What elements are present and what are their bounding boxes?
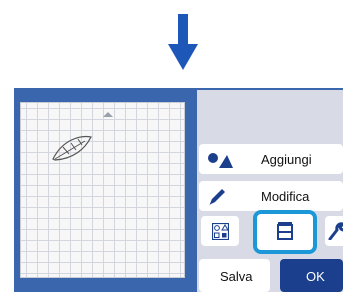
save-button-label: Salva <box>220 269 253 284</box>
instruction-stage: Aggiungi Modifica Salva OK <box>0 0 343 292</box>
mat-origin-marker <box>103 112 113 117</box>
add-button[interactable]: Aggiungi <box>199 144 343 174</box>
edit-button-label: Modifica <box>261 189 310 204</box>
edit-button[interactable]: Modifica <box>199 181 343 211</box>
save-button[interactable]: Salva <box>199 259 270 292</box>
ok-button-label: OK <box>306 269 325 284</box>
layout-icon <box>212 223 229 240</box>
layout-button[interactable] <box>201 216 239 246</box>
cutting-mat[interactable] <box>20 102 185 278</box>
ok-button[interactable]: OK <box>280 259 343 292</box>
leaf-icon[interactable] <box>51 133 93 163</box>
down-arrow-icon <box>168 14 198 70</box>
pen-icon <box>209 189 225 205</box>
cut-area-icon <box>277 222 293 240</box>
cut-area-button[interactable] <box>253 210 317 254</box>
settings-button[interactable] <box>325 216 343 246</box>
wrench-icon <box>328 222 343 240</box>
shapes-icon <box>208 153 233 168</box>
add-button-label: Aggiungi <box>261 152 312 167</box>
